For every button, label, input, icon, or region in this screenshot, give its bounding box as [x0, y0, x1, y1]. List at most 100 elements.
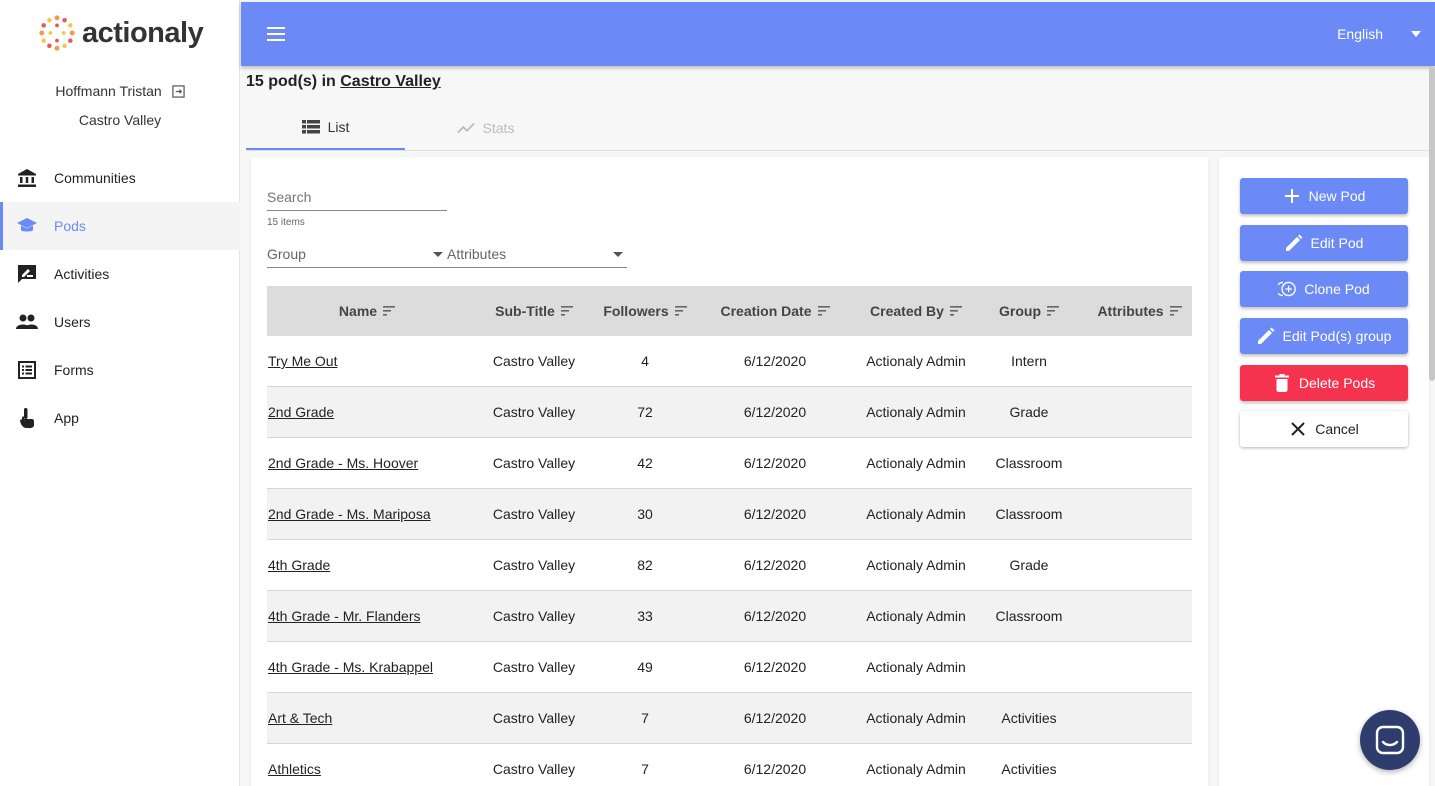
pod-name-link[interactable]: 4th Grade [268, 557, 330, 573]
user-name-row: Hoffmann Tristan [0, 83, 240, 99]
column-header-created-by[interactable]: Created By [861, 303, 971, 319]
trending-up-icon [456, 122, 475, 133]
pod-name-link[interactable]: 2nd Grade [268, 404, 334, 420]
pod-name-link[interactable]: Athletics [268, 761, 321, 777]
pod-name-link[interactable]: Try Me Out [268, 353, 338, 369]
cell-followers: 7 [641, 761, 649, 777]
edit-pod-button[interactable]: Edit Pod [1240, 225, 1408, 261]
cell-creation-date: 6/12/2020 [743, 557, 807, 573]
cell-created-by: Actionaly Admin [866, 659, 966, 675]
sidebar-item-app[interactable]: App [0, 394, 240, 442]
pod-name-link[interactable]: 2nd Grade - Ms. Hoover [268, 455, 418, 471]
cell-name[interactable]: 2nd Grade - Ms. Mariposa [267, 506, 467, 522]
current-community: Castro Valley [78, 112, 162, 128]
group-select[interactable]: Group [267, 246, 447, 268]
column-header-subtitle[interactable]: Sub-Title [467, 303, 601, 319]
delete-pods-button[interactable]: Delete Pods [1240, 365, 1408, 401]
cell-created-by: Actionaly Admin [866, 761, 966, 777]
hamburger-menu-icon[interactable] [267, 27, 285, 41]
cell-creation-date: 6/12/2020 [743, 353, 807, 369]
language-selector[interactable]: English [1337, 26, 1383, 42]
sidebar-item-forms[interactable]: Forms [0, 346, 240, 394]
bank-icon [16, 167, 38, 189]
cell-group: Intern [1011, 353, 1047, 369]
cell-name[interactable]: 4th Grade - Ms. Krabappel [267, 659, 467, 675]
table-row[interactable]: Athletics Castro Valley 7 6/12/2020 Acti… [267, 744, 1192, 786]
sidebar-item-label: Users [54, 314, 91, 330]
search-field[interactable] [267, 189, 447, 211]
edit-pods-group-button[interactable]: Edit Pod(s) group [1240, 318, 1408, 354]
cell-creation-date: 6/12/2020 [743, 608, 807, 624]
column-header-attributes[interactable]: Attributes [1087, 303, 1192, 319]
tab-stats[interactable]: Stats [406, 105, 565, 150]
pencil-icon [1257, 327, 1275, 345]
top-app-bar: English [241, 2, 1435, 66]
cell-group: Activities [1001, 761, 1057, 777]
list-icon [16, 359, 38, 381]
table-row[interactable]: Try Me Out Castro Valley 4 6/12/2020 Act… [267, 336, 1192, 387]
cell-subtitle: Castro Valley [492, 455, 576, 471]
table-row[interactable]: 2nd Grade - Ms. Hoover Castro Valley 42 … [267, 438, 1192, 489]
sidebar-item-users[interactable]: Users [0, 298, 240, 346]
column-header-group[interactable]: Group [971, 303, 1087, 319]
column-header-creation-date[interactable]: Creation Date [689, 303, 861, 319]
pod-name-link[interactable]: 4th Grade - Mr. Flanders [268, 608, 421, 624]
community-link[interactable]: Castro Valley [340, 73, 441, 90]
new-pod-button[interactable]: New Pod [1240, 178, 1408, 214]
page-title: 15 pod(s) in Castro Valley [246, 73, 441, 91]
cell-group: Grade [1009, 404, 1049, 420]
table-row[interactable]: 4th Grade - Mr. Flanders Castro Valley 3… [267, 591, 1192, 642]
cell-created-by: Actionaly Admin [866, 404, 966, 420]
cell-name[interactable]: 4th Grade - Mr. Flanders [267, 608, 467, 624]
app-logo[interactable]: actionaly [38, 14, 204, 52]
cell-name[interactable]: 2nd Grade [267, 404, 467, 420]
cell-subtitle: Castro Valley [492, 761, 576, 777]
search-input[interactable] [267, 189, 447, 205]
trash-icon [1273, 374, 1291, 392]
table-row[interactable]: 4th Grade Castro Valley 82 6/12/2020 Act… [267, 540, 1192, 591]
logout-icon[interactable] [171, 85, 185, 98]
chat-launcher-button[interactable] [1360, 710, 1420, 770]
column-header-name[interactable]: Name [267, 303, 467, 319]
column-label: Followers [603, 303, 669, 319]
cell-name[interactable]: 2nd Grade - Ms. Hoover [267, 455, 467, 471]
sidebar-item-label: Pods [54, 218, 86, 234]
sort-icon [383, 306, 396, 316]
pod-name-link[interactable]: 4th Grade - Ms. Krabappel [268, 659, 433, 675]
cancel-button[interactable]: Cancel [1240, 411, 1408, 447]
cell-name[interactable]: Art & Tech [267, 710, 467, 726]
table-row[interactable]: 2nd Grade - Ms. Mariposa Castro Valley 3… [267, 489, 1192, 540]
cell-group: Activities [1001, 710, 1057, 726]
sidebar-item-pods[interactable]: Pods [0, 202, 240, 250]
table-row[interactable]: 2nd Grade Castro Valley 72 6/12/2020 Act… [267, 387, 1192, 438]
table-row[interactable]: Art & Tech Castro Valley 7 6/12/2020 Act… [267, 693, 1192, 744]
cell-group: Classroom [995, 506, 1063, 522]
cell-name[interactable]: Athletics [267, 761, 467, 777]
pods-table: Name Sub-Title Followers Creation Date C… [267, 286, 1192, 786]
plus-icon [1283, 187, 1301, 205]
tab-list[interactable]: List [246, 105, 405, 150]
list-view-icon [301, 119, 320, 133]
attributes-select[interactable]: Attributes [447, 246, 627, 268]
pod-name-link[interactable]: Art & Tech [268, 710, 332, 726]
sidebar-item-communities[interactable]: Communities [0, 154, 240, 202]
sidebar-item-label: Activities [54, 266, 110, 282]
cell-subtitle: Castro Valley [492, 353, 576, 369]
cell-name[interactable]: 4th Grade [267, 557, 467, 573]
cell-subtitle: Castro Valley [492, 608, 576, 624]
sidebar-item-activities[interactable]: Activities [0, 250, 240, 298]
rate-review-icon [16, 263, 38, 285]
page-scrollbar[interactable] [1429, 66, 1435, 381]
cell-subtitle: Castro Valley [492, 710, 576, 726]
clone-pod-button[interactable]: Clone Pod [1240, 271, 1408, 307]
pod-name-link[interactable]: 2nd Grade - Ms. Mariposa [268, 506, 431, 522]
chevron-down-icon[interactable] [1411, 31, 1421, 37]
cell-group: Classroom [995, 455, 1063, 471]
cell-name[interactable]: Try Me Out [267, 353, 467, 369]
close-icon [1289, 420, 1307, 438]
cell-followers: 7 [641, 710, 649, 726]
column-header-followers[interactable]: Followers [601, 303, 689, 319]
button-label: New Pod [1308, 188, 1366, 204]
table-row[interactable]: 4th Grade - Ms. Krabappel Castro Valley … [267, 642, 1192, 693]
cell-followers: 42 [637, 455, 653, 471]
